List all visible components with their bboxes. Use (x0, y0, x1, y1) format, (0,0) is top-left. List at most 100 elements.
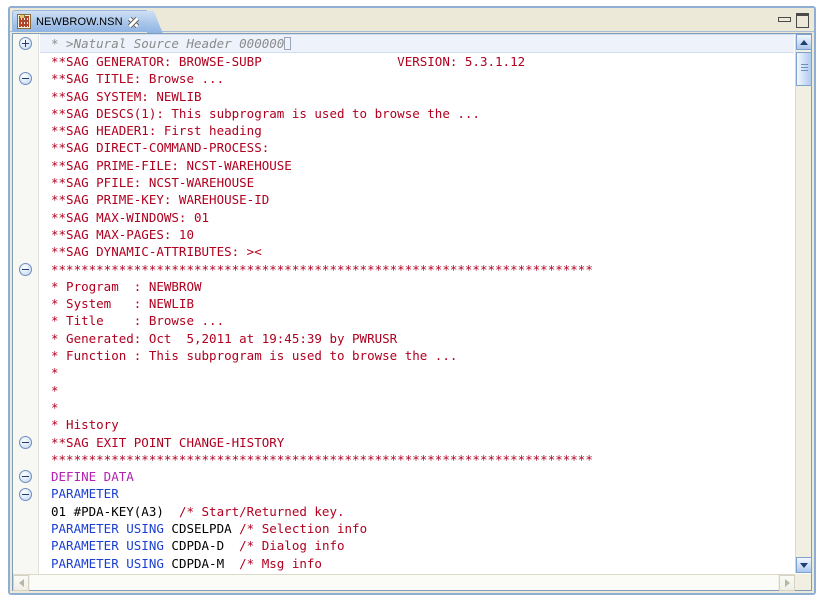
code-line[interactable]: * Generated: Oct 5,2011 at 19:45:39 by P… (40, 330, 794, 347)
code-token: DEFINE DATA (51, 469, 134, 484)
tab-strip: NEWBROW.NSN (10, 8, 814, 32)
code-line[interactable]: * System : NEWLIB (40, 295, 794, 312)
fold-collapse-icon[interactable] (19, 72, 32, 85)
code-line[interactable]: PARAMETER USING CDPDA-D /* Dialog info (40, 537, 794, 554)
code-token: * History (51, 417, 119, 432)
code-token: PARAMETER USING (51, 538, 164, 553)
code-token: **SAG TITLE: Browse ... (51, 71, 224, 86)
code-token: * Generated: Oct 5,2011 at 19:45:39 by P… (51, 331, 397, 346)
text-caret (284, 37, 291, 50)
fold-collapse-icon[interactable] (19, 488, 32, 501)
editor-frame: * >Natural Source Header 000000 **SAG GEN… (12, 33, 812, 591)
source-code-area[interactable]: * >Natural Source Header 000000 **SAG GEN… (40, 34, 794, 573)
code-token: PARAMETER (51, 486, 119, 501)
code-line[interactable]: * Function : This subprogram is used to … (40, 347, 794, 364)
code-line[interactable]: * History (40, 416, 794, 433)
code-line[interactable]: * >Natural Source Header 000000 (40, 34, 794, 53)
window-controls (777, 12, 808, 25)
editor-window: NEWBROW.NSN * >Natural Source Header 000… (8, 6, 816, 595)
code-token: ****************************************… (51, 452, 593, 467)
code-line[interactable]: **SAG DESCS(1): This subprogram is used … (40, 105, 794, 122)
code-line[interactable]: **SAG DIRECT-COMMAND-PROCESS: (40, 139, 794, 156)
fold-collapse-icon[interactable] (19, 470, 32, 483)
code-line[interactable]: **SAG MAX-PAGES: 10 (40, 226, 794, 243)
horizontal-scroll-track[interactable] (30, 575, 778, 590)
code-line[interactable]: PARAMETER USING CDSELPDA /* Selection in… (40, 520, 794, 537)
natural-source-icon (17, 14, 31, 29)
code-line[interactable]: **SAG EXIT POINT CHANGE-HISTORY (40, 434, 794, 451)
code-token: **SAG EXIT POINT CHANGE-HISTORY (51, 435, 284, 450)
code-token: **SAG PRIME-FILE: NCST-WAREHOUSE (51, 158, 292, 173)
code-line[interactable]: PARAMETER USING CDPDA-P /* Misc pass inf… (40, 572, 794, 573)
code-line[interactable]: * (40, 399, 794, 416)
maximize-icon[interactable] (795, 12, 808, 25)
scroll-right-button[interactable] (779, 575, 795, 591)
code-line[interactable]: * (40, 364, 794, 381)
application-window: NEWBROW.NSN * >Natural Source Header 000… (0, 0, 824, 615)
scroll-down-button[interactable] (796, 557, 812, 573)
code-token: **SAG DIRECT-COMMAND-PROCESS: (51, 140, 269, 155)
code-token: **SAG PFILE: NCST-WAREHOUSE (51, 175, 254, 190)
code-line[interactable]: DEFINE DATA (40, 468, 794, 485)
code-token: /* Dialog info (239, 538, 344, 553)
code-token: **SAG GENERATOR: BROWSE-SUBP VERSION: 5.… (51, 54, 525, 69)
code-line[interactable]: **SAG TITLE: Browse ... (40, 70, 794, 87)
code-token: **SAG DESCS(1): This subprogram is used … (51, 106, 480, 121)
code-token: * (51, 400, 59, 415)
code-line[interactable]: **SAG PRIME-FILE: NCST-WAREHOUSE (40, 157, 794, 174)
chevron-up-icon (800, 40, 808, 45)
fold-expand-icon[interactable] (19, 37, 32, 50)
tab-label: NEWBROW.NSN (36, 16, 123, 28)
code-line[interactable]: * Program : NEWBROW (40, 278, 794, 295)
vertical-scrollbar[interactable] (795, 34, 811, 573)
code-line[interactable]: ****************************************… (40, 451, 794, 468)
code-line[interactable]: PARAMETER USING CDPDA-M /* Msg info (40, 555, 794, 572)
vertical-scroll-thumb[interactable] (796, 52, 812, 86)
code-token: * Program : NEWBROW (51, 279, 202, 294)
code-token: **SAG HEADER1: First heading (51, 123, 262, 138)
code-token: CDSELPDA (164, 521, 239, 536)
fold-gutter (13, 34, 39, 590)
chevron-down-icon (800, 563, 808, 568)
code-line[interactable]: * (40, 382, 794, 399)
code-token: CDPDA-D (164, 538, 239, 553)
chevron-right-icon (785, 579, 790, 587)
editor-area: * >Natural Source Header 000000 **SAG GEN… (10, 33, 814, 593)
scroll-left-button[interactable] (13, 575, 29, 591)
code-token: ****************************************… (51, 262, 593, 277)
fold-collapse-icon[interactable] (19, 263, 32, 276)
code-line[interactable]: 01 #PDA-KEY(A3) /* Start/Returned key. (40, 503, 794, 520)
code-token: /* Start/Returned key. (179, 504, 345, 519)
code-line[interactable]: **SAG GENERATOR: BROWSE-SUBP VERSION: 5.… (40, 53, 794, 70)
code-line[interactable]: **SAG PRIME-KEY: WAREHOUSE-ID (40, 191, 794, 208)
code-token: **SAG MAX-PAGES: 10 (51, 227, 194, 242)
code-line[interactable]: **SAG SYSTEM: NEWLIB (40, 88, 794, 105)
code-token: **SAG PRIME-KEY: WAREHOUSE-ID (51, 192, 269, 207)
code-token: /* Selection info (239, 521, 367, 536)
minimize-icon[interactable] (777, 12, 790, 25)
code-token: 01 #PDA-KEY(A3) (51, 504, 179, 519)
chevron-left-icon (19, 579, 24, 587)
code-line[interactable]: PARAMETER (40, 485, 794, 502)
code-token: * Title : Browse ... (51, 313, 224, 328)
code-line[interactable]: **SAG HEADER1: First heading (40, 122, 794, 139)
code-token: * Function : This subprogram is used to … (51, 348, 457, 363)
code-token: * System : NEWLIB (51, 296, 194, 311)
code-line[interactable]: **SAG MAX-WINDOWS: 01 (40, 209, 794, 226)
tab-newbrow-nsn[interactable]: NEWBROW.NSN (12, 10, 147, 32)
close-icon[interactable] (128, 16, 139, 27)
code-line[interactable]: **SAG DYNAMIC-ATTRIBUTES: >< (40, 243, 794, 260)
code-token: **SAG SYSTEM: NEWLIB (51, 89, 202, 104)
code-token: PARAMETER USING (51, 521, 164, 536)
code-token: /* Msg info (239, 556, 322, 571)
code-token: **SAG DYNAMIC-ATTRIBUTES: >< (51, 244, 262, 259)
code-line[interactable]: * Title : Browse ... (40, 312, 794, 329)
fold-collapse-icon[interactable] (19, 436, 32, 449)
code-token: * >Natural Source Header 000000 (51, 36, 284, 51)
code-line[interactable]: ****************************************… (40, 261, 794, 278)
code-token: * (51, 365, 59, 380)
horizontal-scrollbar[interactable] (13, 574, 795, 590)
code-line[interactable]: **SAG PFILE: NCST-WAREHOUSE (40, 174, 794, 191)
scroll-up-button[interactable] (796, 34, 812, 50)
code-token: PARAMETER USING (51, 556, 164, 571)
